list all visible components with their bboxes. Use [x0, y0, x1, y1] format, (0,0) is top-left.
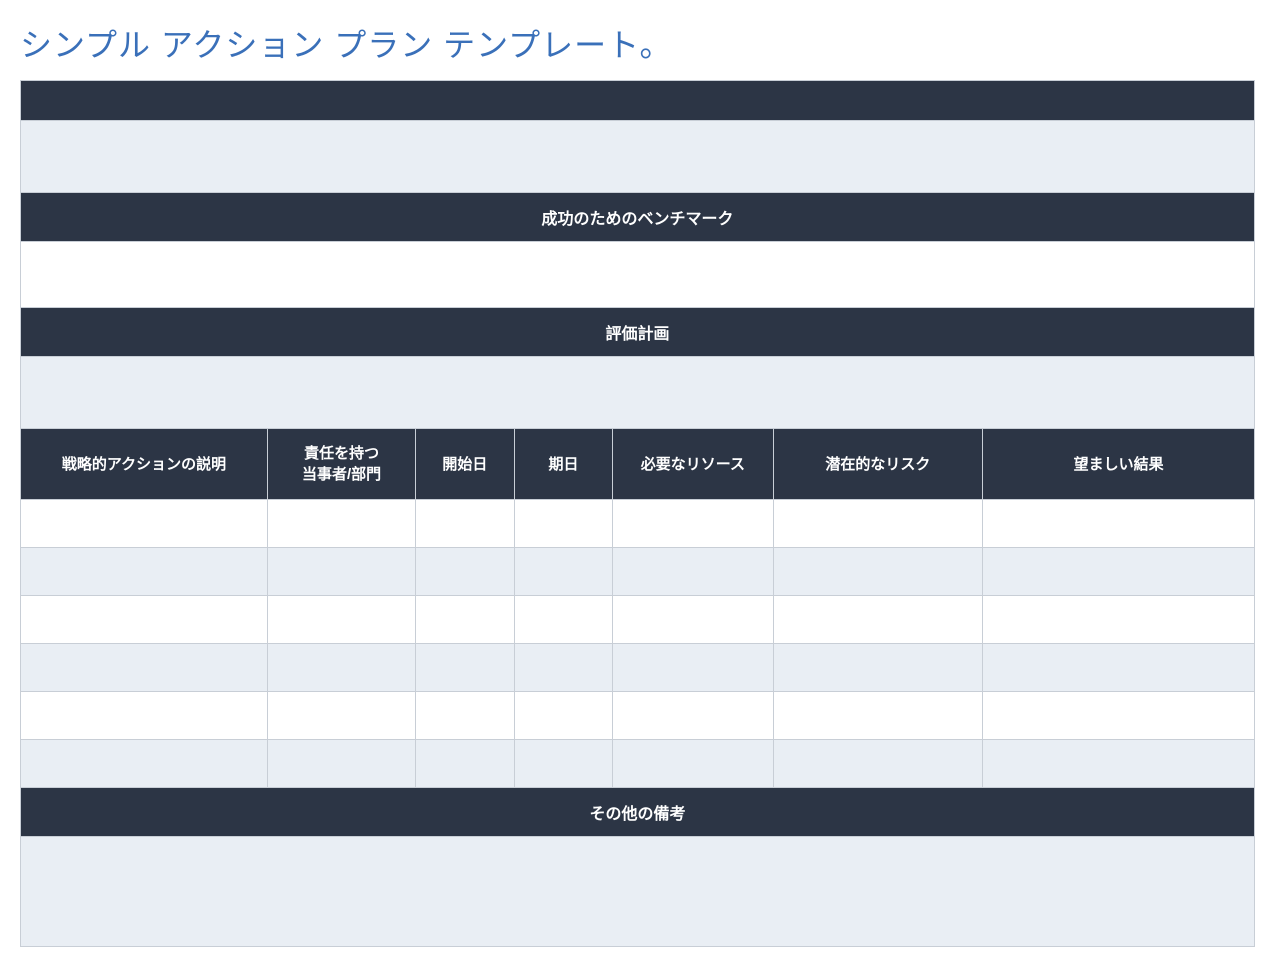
cell-risks[interactable] — [773, 596, 983, 644]
col-due-date: 期日 — [514, 429, 613, 500]
cell-action-desc[interactable] — [21, 500, 268, 548]
top-blank-row[interactable] — [21, 121, 1254, 193]
cell-risks[interactable] — [773, 692, 983, 740]
cell-start-date[interactable] — [416, 548, 515, 596]
col-responsible: 責任を持つ当事者/部門 — [268, 429, 416, 500]
cell-risks[interactable] — [773, 548, 983, 596]
cell-responsible[interactable] — [268, 548, 416, 596]
cell-outcome[interactable] — [983, 692, 1254, 740]
cell-start-date[interactable] — [416, 692, 515, 740]
notes-header: その他の備考 — [21, 788, 1254, 837]
cell-action-desc[interactable] — [21, 596, 268, 644]
cell-risks[interactable] — [773, 740, 983, 788]
cell-action-desc[interactable] — [21, 644, 268, 692]
col-risks: 潜在的なリスク — [773, 429, 983, 500]
cell-action-desc[interactable] — [21, 692, 268, 740]
evaluation-header: 評価計画 — [21, 308, 1254, 357]
cell-resources[interactable] — [613, 692, 773, 740]
cell-start-date[interactable] — [416, 740, 515, 788]
col-resources: 必要なリソース — [613, 429, 773, 500]
table-row — [21, 500, 1254, 548]
cell-start-date[interactable] — [416, 596, 515, 644]
table-row — [21, 740, 1254, 788]
cell-outcome[interactable] — [983, 500, 1254, 548]
cell-resources[interactable] — [613, 596, 773, 644]
page-title: シンプル アクション プラン テンプレート。 — [20, 20, 1255, 66]
cell-risks[interactable] — [773, 500, 983, 548]
notes-body[interactable] — [21, 837, 1254, 947]
cell-start-date[interactable] — [416, 644, 515, 692]
cell-outcome[interactable] — [983, 644, 1254, 692]
cell-outcome[interactable] — [983, 548, 1254, 596]
cell-risks[interactable] — [773, 644, 983, 692]
cell-outcome[interactable] — [983, 740, 1254, 788]
cell-start-date[interactable] — [416, 500, 515, 548]
cell-due-date[interactable] — [514, 692, 613, 740]
action-plan-sheet: 成功のためのベンチマーク 評価計画 戦略的アクションの説明 責任を持つ当事者/部… — [20, 80, 1255, 947]
col-start-date: 開始日 — [416, 429, 515, 500]
cell-due-date[interactable] — [514, 596, 613, 644]
cell-due-date[interactable] — [514, 644, 613, 692]
action-table: 戦略的アクションの説明 責任を持つ当事者/部門 開始日 期日 必要なリソース 潜… — [21, 429, 1254, 788]
cell-due-date[interactable] — [514, 740, 613, 788]
cell-responsible[interactable] — [268, 500, 416, 548]
cell-responsible[interactable] — [268, 692, 416, 740]
table-row — [21, 596, 1254, 644]
col-outcome: 望ましい結果 — [983, 429, 1254, 500]
cell-action-desc[interactable] — [21, 740, 268, 788]
cell-resources[interactable] — [613, 644, 773, 692]
table-row — [21, 692, 1254, 740]
col-action-desc: 戦略的アクションの説明 — [21, 429, 268, 500]
cell-responsible[interactable] — [268, 596, 416, 644]
cell-resources[interactable] — [613, 548, 773, 596]
benchmark-header: 成功のためのベンチマーク — [21, 193, 1254, 242]
cell-due-date[interactable] — [514, 500, 613, 548]
table-row — [21, 548, 1254, 596]
cell-resources[interactable] — [613, 740, 773, 788]
table-row — [21, 644, 1254, 692]
action-table-header-row: 戦略的アクションの説明 責任を持つ当事者/部門 開始日 期日 必要なリソース 潜… — [21, 429, 1254, 500]
cell-due-date[interactable] — [514, 548, 613, 596]
cell-action-desc[interactable] — [21, 548, 268, 596]
cell-resources[interactable] — [613, 500, 773, 548]
evaluation-body[interactable] — [21, 357, 1254, 429]
cell-responsible[interactable] — [268, 644, 416, 692]
cell-outcome[interactable] — [983, 596, 1254, 644]
benchmark-body[interactable] — [21, 242, 1254, 308]
cell-responsible[interactable] — [268, 740, 416, 788]
top-dark-bar — [21, 81, 1254, 121]
